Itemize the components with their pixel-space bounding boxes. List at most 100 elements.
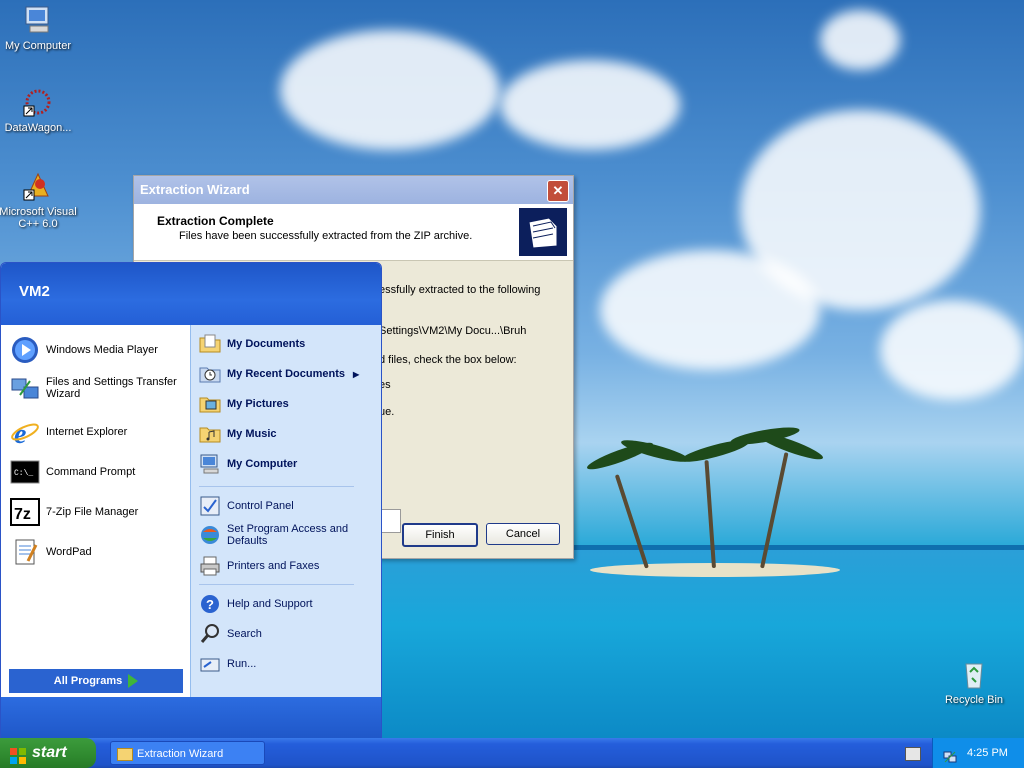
program-access-icon (199, 524, 221, 546)
menu-item-label: Control Panel (227, 500, 294, 512)
pinned-programs: Windows Media Player Files and Settings … (1, 325, 190, 720)
menu-item-label: Run... (227, 658, 257, 670)
computer-icon (22, 4, 54, 36)
windows-media-player-icon (10, 335, 40, 365)
cloud (820, 10, 900, 70)
menu-item-label: Help and Support (227, 598, 313, 610)
folder-documents-icon (199, 333, 221, 355)
finish-button[interactable]: Finish (402, 523, 478, 547)
menu-item-label: Command Prompt (46, 466, 136, 478)
menu-item-run[interactable]: Run... (199, 653, 256, 675)
desktop-icon-label: DataWagon... (4, 122, 72, 134)
taskbar-button-extraction-wizard[interactable]: Extraction Wizard (110, 741, 265, 765)
close-icon: ✕ (552, 183, 564, 198)
transfer-wizard-icon (10, 373, 40, 403)
wizard-header: Extraction Complete Files have been succ… (134, 204, 573, 261)
recent-documents-icon (199, 363, 221, 385)
taskbar: start Extraction Wizard 4:25 PM (0, 738, 1024, 768)
computer-icon (199, 453, 221, 475)
zip-folder-icon (519, 208, 567, 256)
start-menu: VM2 Windows Media Player Files and Setti… (0, 262, 382, 740)
wizard-path-text: Settings\VM2\My Docu...\Bruh (379, 325, 527, 337)
arrow-right-icon (128, 674, 139, 689)
menu-item-label: Files and Settings Transfer Wizard (46, 376, 177, 400)
desktop-icon-visual-cpp[interactable]: Microsoft Visual C++ 6.0 (0, 170, 78, 230)
desktop-icon-label: My Computer (4, 40, 72, 52)
menu-item-label: WordPad (46, 546, 92, 558)
start-menu-footer (1, 697, 381, 739)
hidden-button-edge (379, 509, 401, 533)
all-programs-label: All Programs (53, 675, 123, 687)
menu-item-label: My Documents (227, 338, 306, 350)
menu-item-windows-media-player[interactable]: Windows Media Player (10, 335, 158, 365)
command-prompt-icon: C:\_ (10, 457, 40, 487)
menu-item-label: Windows Media Player (46, 344, 158, 356)
start-menu-header: VM2 (1, 263, 381, 325)
desktop-icon-recycle-bin[interactable]: Recycle Bin (934, 658, 1014, 706)
menu-item-my-computer[interactable]: My Computer (199, 453, 297, 475)
help-icon: ? (199, 593, 221, 615)
menu-item-control-panel[interactable]: Control Panel (199, 495, 294, 517)
keyboard-icon[interactable] (905, 747, 921, 761)
menu-item-label: My Computer (227, 458, 298, 470)
wizard-header-title: Extraction Complete (157, 214, 274, 228)
window-title: Extraction Wizard (140, 182, 250, 197)
start-button[interactable]: start (0, 738, 96, 768)
folder-pictures-icon (199, 393, 221, 415)
menu-item-my-documents[interactable]: My Documents (199, 333, 305, 355)
desktop-icon-datawagon[interactable]: DataWagon... (0, 86, 78, 134)
menu-item-my-pictures[interactable]: My Pictures (199, 393, 289, 415)
run-icon (199, 653, 221, 675)
start-label: start (32, 744, 67, 761)
window-titlebar[interactable]: Extraction Wizard ✕ (134, 176, 573, 204)
network-icon[interactable] (943, 746, 957, 763)
menu-item-my-music[interactable]: My Music (199, 423, 277, 445)
printer-icon (199, 555, 221, 577)
menu-item-help-support[interactable]: ? Help and Support (199, 593, 313, 615)
folder-music-icon (199, 423, 221, 445)
menu-item-7zip[interactable]: 7z 7-Zip File Manager (10, 497, 138, 527)
taskbar-button-label: Extraction Wizard (137, 748, 224, 760)
user-name: VM2 (19, 283, 50, 300)
control-panel-icon (199, 495, 221, 517)
wizard-header-subtitle: Files have been successfully extracted f… (179, 230, 473, 242)
folder-icon (117, 748, 133, 761)
desktop-icon-label: Microsoft Visual C++ 6.0 (0, 206, 77, 230)
visual-cpp-icon (22, 170, 54, 202)
menu-item-search[interactable]: Search (199, 623, 262, 645)
chevron-right-icon: ▶ (352, 369, 360, 379)
menu-item-label: Internet Explorer (46, 426, 128, 438)
internet-explorer-icon: e (10, 417, 40, 450)
menu-item-wordpad[interactable]: WordPad (10, 537, 92, 567)
menu-item-label: My Pictures (227, 398, 289, 410)
svg-text:?: ? (206, 597, 214, 612)
cloud (500, 60, 680, 150)
menu-item-label: Search (227, 628, 262, 640)
menu-item-label: Set Program Access and Defaults (227, 523, 349, 547)
menu-item-internet-explorer[interactable]: e Internet Explorer (10, 417, 128, 450)
desktop-icon-label: Recycle Bin (944, 694, 1004, 706)
svg-text:C:\_: C:\_ (14, 469, 33, 478)
all-programs-button[interactable]: All Programs (9, 669, 183, 693)
menu-item-label: My Music (227, 428, 277, 440)
clock[interactable]: 4:25 PM (967, 738, 1008, 768)
menu-item-set-program-access[interactable]: Set Program Access and Defaults (199, 523, 369, 547)
system-tray: 4:25 PM (932, 738, 1024, 768)
7zip-icon: 7z (10, 497, 40, 527)
desktop-icon-my-computer[interactable]: My Computer (0, 4, 78, 52)
wordpad-icon (10, 537, 40, 567)
svg-text:7z: 7z (14, 506, 31, 523)
menu-item-my-recent-documents[interactable]: My Recent Documents ▶ (199, 363, 377, 385)
cloud (280, 30, 500, 150)
wizard-text-line: d files, check the box below: (379, 354, 517, 366)
cloud (600, 250, 820, 370)
places-panel: My Documents My Recent Documents ▶ My Pi… (190, 325, 381, 697)
menu-item-command-prompt[interactable]: C:\_ Command Prompt (10, 457, 135, 487)
cancel-button[interactable]: Cancel (486, 523, 560, 545)
search-icon (199, 623, 221, 645)
recycle-bin-icon (958, 658, 990, 690)
menu-item-printers-faxes[interactable]: Printers and Faxes (199, 555, 319, 577)
close-button[interactable]: ✕ (547, 180, 569, 202)
menu-item-files-settings-transfer[interactable]: Files and Settings Transfer Wizard (10, 373, 185, 403)
separator (199, 486, 354, 487)
